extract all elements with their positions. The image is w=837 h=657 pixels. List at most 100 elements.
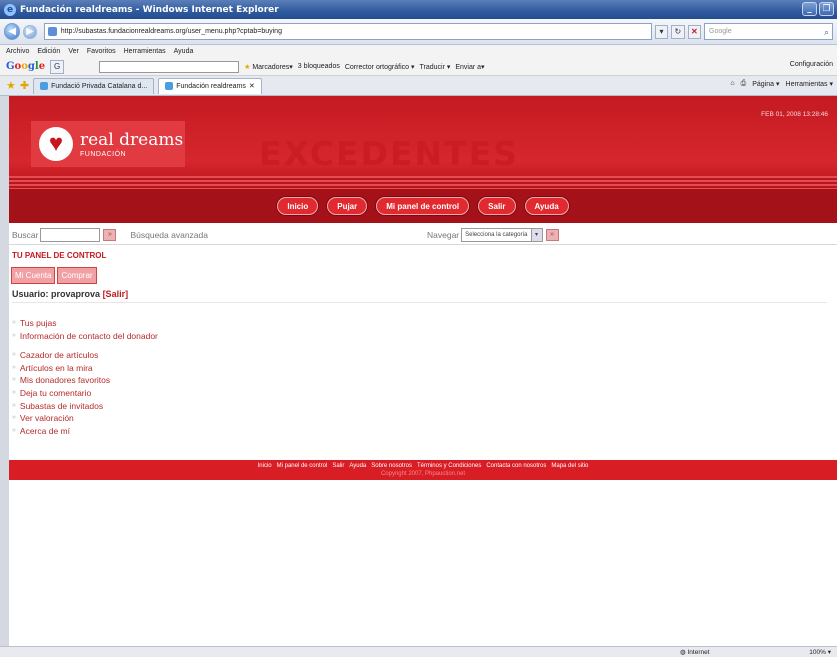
tabs-bar: ★ ✚ Fundació Privada Catalana d... Funda… xyxy=(0,76,837,96)
navigate-label: Navegar xyxy=(427,230,460,240)
refresh-button[interactable]: ↻ xyxy=(671,24,685,39)
search-icon[interactable]: ⌕ xyxy=(824,25,829,40)
category-go-button[interactable]: » xyxy=(545,229,559,241)
main-nav: Inicio Pujar Mi panel de control Salir A… xyxy=(9,189,837,223)
username: provaprova xyxy=(51,289,101,299)
google-toolbar: Google G ★ Marcadores▾ 3 bloqueados Corr… xyxy=(0,58,837,76)
advanced-search-link[interactable]: Búsqueda avanzada xyxy=(130,230,208,240)
search-label: Buscar xyxy=(12,229,39,240)
link-subastas-invitados[interactable]: » Subastas de invitados xyxy=(12,400,158,413)
footer-link-sobre-nosotros[interactable]: Sobre nosotros xyxy=(371,462,412,470)
command-bar: ⌂ ⎙ Página ▾ Herramientas ▾ xyxy=(730,80,833,88)
favorites-star-icon[interactable]: ★ xyxy=(6,79,16,92)
category-navigator: Navegar Selecciona la categoría ▾ » xyxy=(427,228,559,242)
header-stripes xyxy=(9,176,837,189)
footer-link-terminos[interactable]: Términos y Condiciones xyxy=(417,462,481,470)
google-g-button[interactable]: G xyxy=(50,59,65,74)
bullet-icon: » xyxy=(12,388,16,396)
web-page: ♥ real dreams FUNDACIÓN EXCEDENTES FEB 0… xyxy=(9,96,837,646)
google-config-button[interactable]: Configuración xyxy=(790,61,833,68)
send-to-button[interactable]: Enviar a▾ xyxy=(455,63,484,71)
nav-inicio[interactable]: Inicio xyxy=(277,197,319,215)
category-select[interactable]: Selecciona la categoría ▾ xyxy=(461,228,543,242)
bullet-icon: » xyxy=(12,426,16,434)
window-titlebar: e Fundación realdreams - Windows Interne… xyxy=(0,0,837,19)
menu-ver[interactable]: Ver xyxy=(68,48,79,55)
bullet-icon: » xyxy=(12,319,16,326)
address-toolbar: ◀ ▶ http://subastas.fundacionrealdreams.… xyxy=(0,19,837,45)
url-field[interactable]: http://subastas.fundacionrealdreams.org/… xyxy=(43,23,652,40)
link-deja-comentario[interactable]: » Deja tu comentario xyxy=(12,387,158,400)
footer-link-salir[interactable]: Salir xyxy=(332,462,344,470)
tools-menu[interactable]: Herramientas ▾ xyxy=(786,80,833,88)
header-datetime: FEB 01, 2008 13:28:46 xyxy=(761,111,828,118)
panel-links: » Tus pujas » Información de contacto del … xyxy=(12,317,158,437)
bullet-icon: » xyxy=(12,376,16,384)
footer-link-contacto[interactable]: Contacta con nosotros xyxy=(486,462,546,470)
link-cazador-articulos[interactable]: » Cazador de artículos xyxy=(12,349,158,362)
nav-ayuda[interactable]: Ayuda xyxy=(524,197,569,215)
spellcheck-button[interactable]: Corrector ortográfico ▾ xyxy=(345,63,415,71)
site-footer: Inicio Mi panel de control Salir Ayuda S… xyxy=(9,460,837,480)
link-ver-valoracion[interactable]: » Ver valoración xyxy=(12,412,158,425)
link-donadores-favoritos[interactable]: » Mis donadores favoritos xyxy=(12,374,158,387)
print-icon[interactable]: ⎙ xyxy=(741,80,747,88)
popup-blocked-button[interactable]: 3 bloqueados xyxy=(298,63,340,70)
link-articulos-mira[interactable]: » Artículos en la mira xyxy=(12,362,158,375)
web-search-input[interactable]: Google ⌕ xyxy=(704,23,833,40)
url-dropdown-button[interactable]: ▾ xyxy=(654,24,669,39)
footer-link-mapa[interactable]: Mapa del sitio xyxy=(551,462,588,470)
site-search-input[interactable] xyxy=(40,227,101,242)
site-logo[interactable]: ♥ real dreams FUNDACIÓN xyxy=(31,121,185,167)
tab-fundacio-privada[interactable]: Fundació Privada Catalana d... xyxy=(33,77,155,94)
link-acerca-de-mi[interactable]: » Acerca de mí xyxy=(12,425,158,438)
logout-link[interactable]: [Salir] xyxy=(103,289,129,299)
header-watermark: EXCEDENTES xyxy=(259,134,519,173)
search-row: Buscar » Búsqueda avanzada Navegar Selec… xyxy=(9,225,837,245)
site-header: ♥ real dreams FUNDACIÓN EXCEDENTES FEB 0… xyxy=(9,96,837,189)
nav-panel[interactable]: Mi panel de control xyxy=(376,197,470,215)
menu-edicion[interactable]: Edición xyxy=(37,48,60,55)
page-menu[interactable]: Página ▾ xyxy=(752,80,779,88)
page-favicon-icon xyxy=(47,27,57,36)
link-tus-pujas[interactable]: » Tus pujas xyxy=(12,317,158,330)
chevron-down-icon: ▾ xyxy=(530,229,542,241)
search-go-button[interactable]: » xyxy=(103,228,117,241)
logo-subtitle: FUNDACIÓN xyxy=(80,150,127,158)
restore-button[interactable]: ❐ xyxy=(819,2,834,16)
footer-link-inicio[interactable]: Inicio xyxy=(258,462,272,470)
menu-favoritos[interactable]: Favoritos xyxy=(87,48,116,55)
google-search-input[interactable] xyxy=(99,60,240,73)
forward-button[interactable]: ▶ xyxy=(23,24,37,39)
zoom-control[interactable]: 100% ▾ xyxy=(809,648,831,656)
link-contacto-donador[interactable]: » Información de contacto del donador xyxy=(12,330,158,343)
menu-ayuda[interactable]: Ayuda xyxy=(174,48,194,55)
tab-fundacion-realdreams[interactable]: Fundación realdreams ✕ xyxy=(158,77,262,94)
security-zone: ◍ Internet xyxy=(680,649,710,656)
home-icon[interactable]: ⌂ xyxy=(730,80,734,88)
translate-button[interactable]: Traducir ▾ xyxy=(420,63,451,71)
bullet-icon: » xyxy=(12,401,16,409)
tab-mi-cuenta[interactable]: Mi Cuenta xyxy=(11,267,56,284)
close-tab-icon[interactable]: ✕ xyxy=(249,82,255,90)
tab-comprar[interactable]: Comprar xyxy=(57,267,97,284)
bullet-icon: » xyxy=(12,414,16,422)
bullet-icon: » xyxy=(12,351,16,359)
bullet-icon: » xyxy=(12,331,16,339)
menu-archivo[interactable]: Archivo xyxy=(6,48,29,55)
window-controls: _ ❐ xyxy=(802,2,834,16)
status-bar: ◍ Internet 100% ▾ xyxy=(0,646,837,657)
footer-link-panel[interactable]: Mi panel de control xyxy=(277,462,328,470)
nav-pujar[interactable]: Pujar xyxy=(327,197,368,215)
tab-favicon-icon xyxy=(40,82,49,90)
minimize-button[interactable]: _ xyxy=(802,2,817,16)
stop-button[interactable]: ✕ xyxy=(687,24,702,39)
footer-link-ayuda[interactable]: Ayuda xyxy=(349,462,366,470)
bookmarks-button[interactable]: ★ Marcadores▾ xyxy=(244,63,293,71)
add-favorites-icon[interactable]: ✚ xyxy=(20,79,29,92)
ie-logo-icon: e xyxy=(4,3,16,16)
nav-salir[interactable]: Salir xyxy=(478,197,516,215)
back-button[interactable]: ◀ xyxy=(4,23,21,40)
menu-herramientas[interactable]: Herramientas xyxy=(124,48,166,55)
bullet-icon: » xyxy=(12,363,16,371)
